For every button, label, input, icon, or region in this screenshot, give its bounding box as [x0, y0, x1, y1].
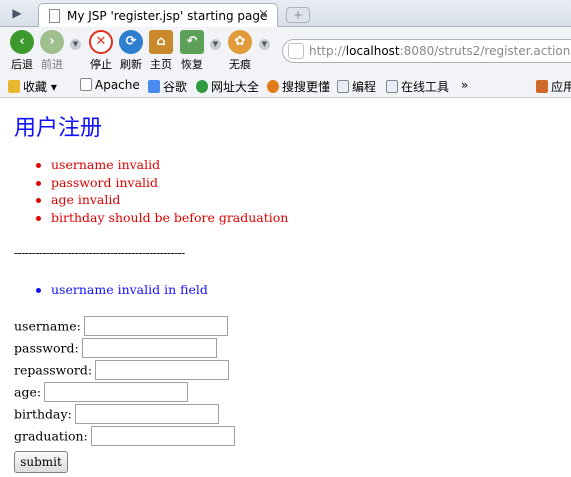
browser-toolbar: ‹ 后退 › 前进 ▼ ✕ 停止 ⟳ 刷新 ⌂ 主页 ↶ 恢复 ▼ ✿ 无痕 ▼…	[0, 27, 571, 73]
home-button[interactable]: ⌂ 主页	[146, 30, 176, 72]
action-error-item: age invalid	[36, 191, 288, 209]
stop-icon: ✕	[89, 30, 113, 54]
repassword-row: repassword:	[14, 360, 235, 382]
incognito-dropdown-icon[interactable]: ▼	[259, 39, 270, 50]
sidebar-toggle-icon[interactable]: ▶	[6, 5, 28, 21]
refresh-label: 刷新	[120, 58, 142, 71]
field-errors-list: username invalid in field	[36, 281, 208, 299]
bookmark-sogou[interactable]: 搜搜更懂	[267, 78, 330, 95]
tab-title: My JSP 'register.jsp' starting page	[67, 9, 268, 23]
action-error-item: password invalid	[36, 174, 288, 192]
bookmark-favorites[interactable]: 收藏 ▾	[8, 78, 57, 95]
google-icon	[148, 80, 160, 93]
back-button[interactable]: ‹ 后退	[7, 30, 37, 72]
forward-arrow-icon: ›	[40, 30, 64, 54]
username-row: username:	[14, 316, 235, 338]
tab-strip: ▶ My JSP 'register.jsp' starting page × …	[0, 0, 571, 28]
page-icon	[80, 78, 92, 91]
graduation-label: graduation:	[14, 428, 88, 444]
paw-icon: ✿	[228, 30, 252, 54]
birthday-input[interactable]	[74, 404, 219, 424]
address-text[interactable]: http://localhost:8080/struts2/register.a…	[309, 44, 571, 58]
age-input[interactable]	[44, 382, 189, 402]
site-icon	[288, 43, 304, 59]
bookmark-apps[interactable]: 应用	[536, 78, 571, 95]
age-row: age:	[14, 382, 235, 404]
field-error-item: username invalid in field	[36, 281, 208, 299]
forward-label: 前进	[41, 58, 63, 71]
birthday-label: birthday:	[14, 406, 72, 422]
address-bar[interactable]: http://localhost:8080/struts2/register.a…	[282, 39, 571, 63]
back-label: 后退	[11, 58, 33, 71]
home-icon: ⌂	[149, 30, 173, 54]
star-icon	[8, 80, 20, 93]
restore-button[interactable]: ↶ 恢复	[177, 30, 207, 72]
graduation-row: graduation:	[14, 426, 235, 448]
restore-dropdown-icon[interactable]: ▼	[210, 39, 221, 50]
action-errors-list: username invalid password invalid age in…	[36, 156, 288, 226]
password-row: password:	[14, 338, 235, 360]
tab-register[interactable]: My JSP 'register.jsp' starting page ×	[38, 3, 278, 28]
bookmark-apache[interactable]: Apache	[80, 78, 140, 92]
history-dropdown-icon[interactable]: ▼	[70, 39, 81, 50]
graduation-input[interactable]	[90, 426, 235, 446]
repassword-input[interactable]	[95, 360, 230, 380]
username-input[interactable]	[83, 316, 228, 336]
apps-icon	[536, 80, 548, 93]
sogou-icon	[267, 80, 279, 93]
repassword-label: repassword:	[14, 362, 93, 378]
bookmarks-bar: 收藏 ▾ Apache 谷歌 网址大全 搜搜更懂 编程 在线工具 » 应用	[0, 73, 571, 98]
bookmark-url-directory[interactable]: 网址大全	[196, 78, 259, 95]
refresh-icon: ⟳	[119, 30, 143, 54]
home-label: 主页	[150, 58, 172, 71]
forward-button[interactable]: › 前进	[37, 30, 67, 72]
submit-button[interactable]: submit	[14, 451, 68, 473]
register-form: username: password: repassword: age: bir…	[14, 316, 235, 473]
web-icon	[196, 80, 208, 93]
password-label: password:	[14, 340, 79, 356]
action-error-item: username invalid	[36, 156, 288, 174]
folder-icon	[337, 80, 349, 93]
folder-icon	[386, 80, 398, 93]
new-tab-button[interactable]: +	[286, 7, 310, 23]
close-tab-icon[interactable]: ×	[258, 7, 269, 22]
bookmark-online-tools[interactable]: 在线工具	[386, 78, 449, 95]
restore-label: 恢复	[181, 58, 203, 71]
age-label: age:	[14, 384, 42, 400]
action-error-item: birthday should be before graduation	[36, 209, 288, 227]
birthday-row: birthday:	[14, 404, 235, 426]
stop-label: 停止	[90, 58, 112, 71]
separator-line: ----------------------------------------…	[14, 246, 185, 260]
username-label: username:	[14, 318, 81, 334]
stop-button[interactable]: ✕ 停止	[86, 30, 116, 72]
password-input[interactable]	[81, 338, 217, 358]
page-title: 用户注册	[14, 116, 103, 141]
incognito-label: 无痕	[229, 58, 251, 71]
refresh-button[interactable]: ⟳ 刷新	[116, 30, 146, 72]
incognito-button[interactable]: ✿ 无痕	[225, 30, 255, 72]
page-icon	[49, 9, 60, 23]
bookmark-programming[interactable]: 编程	[337, 78, 376, 95]
back-arrow-icon: ‹	[10, 30, 34, 54]
bookmark-google[interactable]: 谷歌	[148, 78, 187, 95]
restore-icon: ↶	[180, 30, 204, 54]
bookmarks-overflow-chevron[interactable]: »	[461, 78, 468, 92]
